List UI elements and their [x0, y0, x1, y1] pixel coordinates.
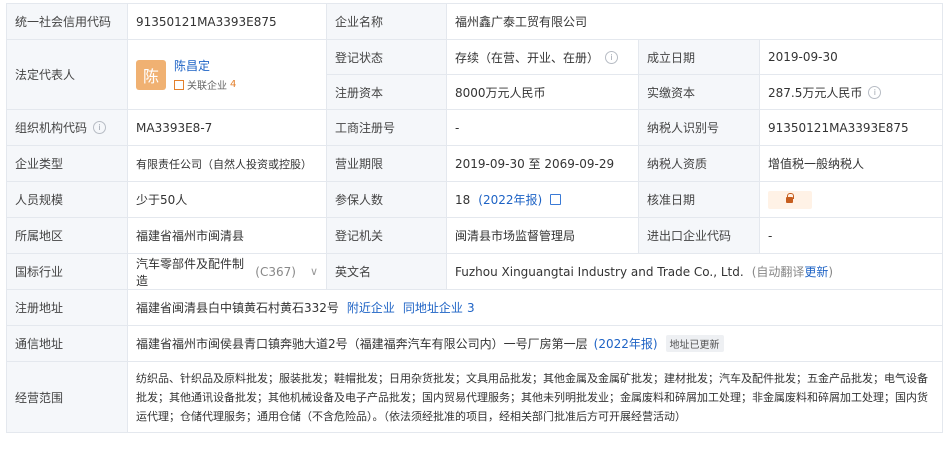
nearby-companies-link[interactable]: 附近企业	[347, 299, 395, 316]
row-legal-rep: 法定代表人 陈 陈昌定 关联企业 4 登记状态 存续（在营、开业、在册） i 成…	[7, 40, 943, 110]
related-companies-count: 4	[230, 79, 237, 90]
import-export-label: 进出口企业代码	[639, 218, 760, 253]
industry-code: (C367)	[255, 264, 296, 279]
external-link-icon[interactable]	[550, 194, 562, 205]
info-icon[interactable]: i	[868, 85, 882, 99]
approval-date-label: 核准日期	[639, 182, 760, 217]
company-type-label: 企业类型	[7, 146, 128, 181]
row-org-code: 组织机构代码 i MA3393E8-7 工商注册号 - 纳税人识别号 91350…	[7, 110, 943, 146]
taxpayer-id-label: 纳税人识别号	[639, 110, 760, 145]
reg-capital-label: 注册资本	[327, 75, 447, 109]
english-name-label: 英文名	[327, 254, 447, 289]
taxpayer-qual-label: 纳税人资质	[639, 146, 760, 181]
english-name-text: Fuzhou Xinguangtai Industry and Trade Co…	[455, 264, 744, 279]
taxpayer-qual-value: 增值税一般纳税人	[760, 146, 943, 181]
mail-report-link[interactable]: (2022年报)	[594, 335, 658, 352]
mail-address-label: 通信地址	[7, 326, 128, 361]
legal-rep-card: 陈 陈昌定 关联企业 4	[128, 40, 327, 109]
company-name-value: 福州鑫广泰工贸有限公司	[447, 4, 943, 39]
reg-status-label: 登记状态	[327, 40, 447, 74]
region-value: 福建省福州市闽清县	[128, 218, 327, 253]
reg-address-value: 福建省闽清县白中镇黄石村黄石332号 附近企业 同地址企业 3	[128, 290, 943, 325]
staff-size-label: 人员规模	[7, 182, 128, 217]
auto-translate-note: (自动翻译	[751, 265, 805, 279]
paid-capital-value: 287.5万元人民币 i	[760, 75, 943, 109]
credit-code-value: 91350121MA3393E875	[128, 4, 327, 39]
related-companies-label: 关联企业	[187, 81, 227, 92]
info-icon[interactable]: i	[93, 121, 107, 134]
org-code-value: MA3393E8-7	[128, 110, 327, 145]
org-code-label: 组织机构代码 i	[7, 110, 128, 145]
row-staff: 人员规模 少于50人 参保人数 18 (2022年报) 核准日期	[7, 182, 943, 218]
industry-value[interactable]: 汽车零部件及配件制造 (C367) ∨	[128, 254, 327, 289]
insured-report-link[interactable]: (2022年报)	[478, 191, 542, 208]
biz-scope-label: 经营范围	[7, 362, 128, 432]
biz-scope-value: 纺织品、针织品及原料批发；服装批发；鞋帽批发；日用杂货批发；文具用品批发；其他金…	[128, 362, 943, 432]
auto-translate-note-end: )	[828, 264, 834, 279]
row-industry: 国标行业 汽车零部件及配件制造 (C367) ∨ 英文名 Fuzhou Xing…	[7, 254, 943, 290]
row-reg-capital: 注册资本 8000万元人民币 实缴资本 287.5万元人民币 i	[327, 75, 943, 109]
reg-address-label: 注册地址	[7, 290, 128, 325]
org-code-label-text: 组织机构代码	[15, 121, 88, 135]
import-export-value: -	[760, 218, 943, 253]
industry-name: 汽车零部件及配件制造	[136, 256, 245, 288]
biz-reg-no-value: -	[447, 110, 639, 145]
company-name-label: 企业名称	[327, 4, 447, 39]
chevron-down-icon[interactable]: ∨	[310, 265, 318, 278]
status-capital-block: 登记状态 存续（在营、开业、在册） i 成立日期 2019-09-30 注册资本…	[327, 40, 943, 109]
reg-address-text: 福建省闽清县白中镇黄石村黄石332号	[136, 301, 339, 315]
reg-authority-value: 闽清县市场监督管理局	[447, 218, 639, 253]
row-reg-address: 注册地址 福建省闽清县白中镇黄石村黄石332号 附近企业 同地址企业 3	[7, 290, 943, 326]
company-info-table: 统一社会信用代码 91350121MA3393E875 企业名称 福州鑫广泰工贸…	[6, 3, 943, 433]
reg-status-value: 存续（在营、开业、在册） i	[447, 40, 639, 74]
related-company-icon	[174, 79, 184, 90]
same-address-count[interactable]: 3	[467, 301, 475, 315]
founded-value: 2019-09-30	[760, 40, 943, 74]
avatar: 陈	[136, 59, 166, 90]
info-icon[interactable]: i	[605, 50, 619, 64]
row-credit-code: 统一社会信用代码 91350121MA3393E875 企业名称 福州鑫广泰工贸…	[7, 4, 943, 40]
row-biz-scope: 经营范围 纺织品、针织品及原料批发；服装批发；鞋帽批发；日用杂货批发；文具用品批…	[7, 362, 943, 433]
biz-reg-no-label: 工商注册号	[327, 110, 447, 145]
row-reg-status: 登记状态 存续（在营、开业、在册） i 成立日期 2019-09-30	[327, 40, 943, 75]
insured-value: 18 (2022年报)	[447, 182, 639, 217]
industry-label: 国标行业	[7, 254, 128, 289]
reg-capital-value: 8000万元人民币	[447, 75, 639, 109]
approval-date-value	[760, 182, 943, 217]
insured-count: 18	[455, 192, 471, 207]
row-company-type: 企业类型 有限责任公司（自然人投资或控股） 营业期限 2019-09-30 至 …	[7, 146, 943, 182]
row-region: 所属地区 福建省福州市闽清县 登记机关 闽清县市场监督管理局 进出口企业代码 -	[7, 218, 943, 254]
region-label: 所属地区	[7, 218, 128, 253]
biz-term-value: 2019-09-30 至 2069-09-29	[447, 146, 639, 181]
address-updated-tag: 地址已更新	[665, 335, 724, 352]
reg-status-text: 存续（在营、开业、在册）	[455, 50, 600, 65]
staff-size-value: 少于50人	[128, 182, 327, 217]
update-translation-link[interactable]: 更新	[804, 263, 828, 280]
taxpayer-id-value: 91350121MA3393E875	[760, 110, 943, 145]
same-address-link[interactable]: 同地址企业	[403, 299, 463, 316]
paid-capital-label: 实缴资本	[639, 75, 760, 109]
english-name-value: Fuzhou Xinguangtai Industry and Trade Co…	[447, 254, 943, 289]
lock-icon[interactable]	[768, 190, 812, 209]
biz-term-label: 营业期限	[327, 146, 447, 181]
related-companies-badge[interactable]: 关联企业 4	[174, 77, 236, 92]
paid-capital-text: 287.5万元人民币	[768, 85, 863, 100]
mail-address-text: 福建省福州市闽侯县青口镇奔驰大道2号（福建福奔汽车有限公司内）一号厂房第一层	[136, 337, 588, 351]
legal-rep-label: 法定代表人	[7, 40, 128, 109]
insured-label: 参保人数	[327, 182, 447, 217]
credit-code-label: 统一社会信用代码	[7, 4, 128, 39]
row-mail-address: 通信地址 福建省福州市闽侯县青口镇奔驰大道2号（福建福奔汽车有限公司内）一号厂房…	[7, 326, 943, 362]
mail-address-value: 福建省福州市闽侯县青口镇奔驰大道2号（福建福奔汽车有限公司内）一号厂房第一层 (…	[128, 326, 943, 361]
company-type-value: 有限责任公司（自然人投资或控股）	[128, 146, 327, 181]
founded-label: 成立日期	[639, 40, 760, 74]
legal-rep-name-link[interactable]: 陈昌定	[174, 57, 236, 74]
reg-authority-label: 登记机关	[327, 218, 447, 253]
